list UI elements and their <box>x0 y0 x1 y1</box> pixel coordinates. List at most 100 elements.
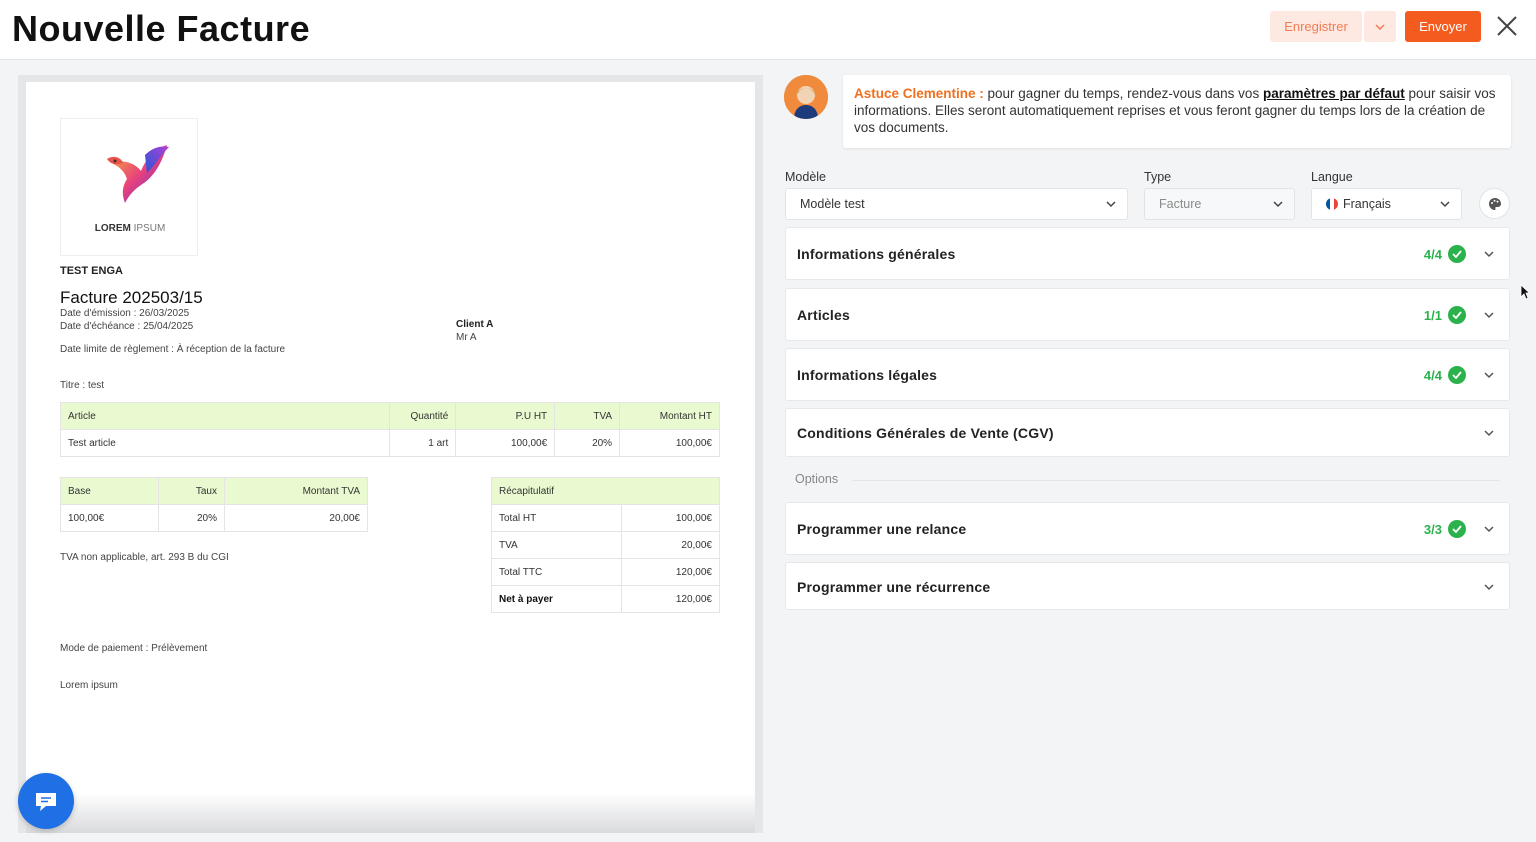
france-flag-icon <box>1326 198 1338 210</box>
tip-card: Astuce Clementine : pour gagner du temps… <box>843 75 1511 148</box>
table-cell: 120,00€ <box>621 585 720 613</box>
column-header: TVA <box>554 402 621 430</box>
footer-note: Lorem ipsum <box>60 680 118 691</box>
column-header: Article <box>59 402 391 430</box>
client-name: Client A <box>456 319 494 330</box>
header-bar: Nouvelle Facture Enregistrer Envoyer <box>0 0 1536 60</box>
payment-deadline: Date limite de règlement : À réception d… <box>60 344 286 355</box>
section-legal-info[interactable]: Informations légales 4/4 <box>785 348 1510 401</box>
chevron-down-icon <box>1484 584 1494 591</box>
vat-table: Base Taux Montant TVA 100,00€ 20% 20,00€ <box>60 477 368 532</box>
table-row: 100,00€ 20% 20,00€ <box>60 504 368 532</box>
table-cell: Total TTC <box>491 558 622 586</box>
save-options-button[interactable] <box>1364 11 1396 42</box>
table-row: Total HT 100,00€ <box>491 504 720 532</box>
check-icon <box>1448 520 1466 538</box>
section-title: Programmer une relance <box>797 521 967 537</box>
check-icon <box>1448 245 1466 263</box>
section-reminder[interactable]: Programmer une relance 3/3 <box>785 502 1510 555</box>
send-button[interactable]: Envoyer <box>1405 11 1481 42</box>
column-header: P.U HT <box>455 402 556 430</box>
table-cell: TVA <box>491 531 622 559</box>
default-settings-link[interactable]: paramètres par défaut <box>1263 86 1405 101</box>
type-select[interactable]: Facture <box>1144 188 1295 220</box>
table-cell: 100,00€ <box>621 504 720 532</box>
chevron-down-icon <box>1484 526 1494 533</box>
section-title: Programmer une récurrence <box>797 579 991 595</box>
palette-icon <box>1488 197 1501 210</box>
vat-note: TVA non applicable, art. 293 B du CGI <box>60 552 229 563</box>
language-value: Français <box>1343 197 1391 211</box>
options-divider <box>852 480 1500 481</box>
avatar <box>784 75 828 119</box>
tip-lead: Astuce Clementine : <box>854 86 984 101</box>
table-cell: 20% <box>158 504 225 532</box>
section-general-info[interactable]: Informations générales 4/4 <box>785 227 1510 280</box>
section-title: Informations légales <box>797 367 938 383</box>
table-cell: 100,00€ <box>619 429 720 457</box>
section-title: Conditions Générales de Vente (CGV) <box>797 425 1054 441</box>
table-row: Total TTC 120,00€ <box>491 558 720 586</box>
table-header-row: Article Quantité P.U HT TVA Montant HT <box>59 402 720 430</box>
palette-button[interactable] <box>1479 188 1510 219</box>
close-icon[interactable] <box>1494 13 1520 39</box>
chevron-down-icon <box>1273 201 1283 208</box>
type-value: Facture <box>1159 197 1202 211</box>
invoice-title: Facture 202503/15 <box>60 288 203 307</box>
chat-button[interactable] <box>18 773 74 829</box>
model-label: Modèle <box>785 170 826 184</box>
column-header: Quantité <box>389 402 457 430</box>
company-name: TEST ENGA <box>60 265 123 277</box>
table-cell: Net à payer <box>491 585 622 613</box>
model-select[interactable]: Modèle test <box>785 188 1128 220</box>
chevron-down-icon <box>1375 23 1385 30</box>
section-cgv[interactable]: Conditions Générales de Vente (CGV) <box>785 408 1510 457</box>
options-label: Options <box>795 472 839 486</box>
logo-bird <box>107 145 169 203</box>
section-title: Informations générales <box>797 246 956 262</box>
model-value: Modèle test <box>800 197 865 211</box>
invoice-subject: Titre : test <box>60 380 105 391</box>
column-header: Récapitulatif <box>491 477 720 505</box>
section-recurrence[interactable]: Programmer une récurrence <box>785 562 1510 610</box>
table-row: Test article 1 art 100,00€ 20% 100,00€ <box>59 429 720 457</box>
logo-text: LOREM IPSUM <box>94 223 166 234</box>
table-cell: Test article <box>59 429 391 457</box>
table-cell: 1 art <box>389 429 457 457</box>
table-cell: 120,00€ <box>621 558 720 586</box>
save-button[interactable]: Enregistrer <box>1270 11 1362 42</box>
table-cell: 100,00€ <box>455 429 556 457</box>
chevron-down-icon <box>1106 201 1116 208</box>
chevron-down-icon <box>1484 372 1494 379</box>
cursor-icon <box>1520 284 1530 300</box>
type-label: Type <box>1144 170 1172 184</box>
column-header: Montant TVA <box>224 477 368 505</box>
section-articles[interactable]: Articles 1/1 <box>785 288 1510 341</box>
table-header-row: Base Taux Montant TVA <box>60 477 368 505</box>
table-cell: 20,00€ <box>621 531 720 559</box>
section-title: Articles <box>797 307 850 323</box>
column-header: Montant HT <box>619 402 720 430</box>
company-logo: LOREM IPSUM <box>60 118 198 256</box>
table-row: TVA 20,00€ <box>491 531 720 559</box>
tip-text: pour gagner du temps, rendez-vous dans v… <box>983 86 1263 101</box>
chevron-down-icon <box>1484 312 1494 319</box>
check-icon <box>1448 306 1466 324</box>
payment-mode: Mode de paiement : Prélèvement <box>60 643 208 654</box>
invoice-document: LOREM IPSUM TEST ENGA Facture 202503/15 … <box>26 82 755 833</box>
language-select[interactable]: Français <box>1311 188 1462 220</box>
scroll-fade <box>26 793 755 833</box>
client-contact: Mr A <box>456 332 477 343</box>
issue-date: Date d'émission : 26/03/2025 <box>60 308 190 319</box>
chevron-down-icon <box>1484 251 1494 258</box>
page-title: Nouvelle Facture <box>12 8 311 49</box>
section-progress: 1/1 <box>1423 308 1442 323</box>
table-cell: 100,00€ <box>60 504 159 532</box>
section-progress: 3/3 <box>1423 522 1442 537</box>
table-row: Net à payer 120,00€ <box>491 585 720 613</box>
due-date: Date d'échéance : 25/04/2025 <box>60 321 194 332</box>
table-cell: 20,00€ <box>224 504 368 532</box>
chevron-down-icon <box>1484 430 1494 437</box>
language-label: Langue <box>1311 170 1353 184</box>
chevron-down-icon <box>1440 201 1450 208</box>
